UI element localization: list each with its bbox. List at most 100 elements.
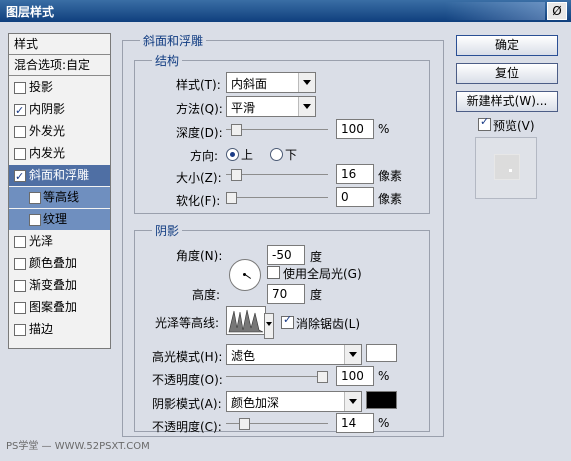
shadow-mode-label: 阴影模式(A): [152, 397, 222, 411]
direction-up-radio[interactable] [226, 148, 239, 161]
checkbox[interactable] [14, 148, 26, 160]
altitude-label: 高度: [192, 288, 221, 302]
shadow-opacity-slider[interactable] [226, 418, 328, 430]
shadow-mode-select[interactable]: 颜色加深 [226, 391, 362, 412]
soften-slider[interactable] [226, 192, 328, 204]
gloss-contour-label: 光泽等高线: [155, 316, 220, 330]
sidebar-item-color-overlay[interactable]: 颜色叠加 [9, 253, 110, 274]
checkbox[interactable] [14, 258, 26, 270]
sidebar-item-styles[interactable]: 样式 [9, 34, 110, 55]
depth-label: 深度(D): [176, 126, 223, 140]
checkbox[interactable] [14, 324, 26, 336]
title-bar: 图层样式 Ø [0, 0, 571, 22]
shadow-opacity-label: 不透明度(C): [152, 420, 222, 434]
size-unit: 像素 [378, 169, 403, 183]
style-preview-thumbnail [475, 137, 537, 199]
highlight-opacity-slider[interactable] [226, 371, 328, 383]
global-light-label: 使用全局光(G) [283, 267, 362, 281]
size-input[interactable]: 16 [336, 164, 374, 184]
anti-alias-checkbox[interactable] [281, 313, 294, 329]
direction-down-radio[interactable] [270, 148, 283, 161]
shadow-opacity-input[interactable]: 14 [336, 413, 374, 433]
sidebar-item-inner-glow[interactable]: 内发光 [9, 143, 110, 164]
altitude-unit: 度 [310, 288, 323, 302]
checkbox[interactable] [14, 82, 26, 94]
highlight-mode-label: 高光模式(H): [152, 350, 223, 364]
highlight-mode-select[interactable]: 滤色 [226, 344, 362, 365]
slider-thumb[interactable] [231, 169, 242, 181]
soften-label: 软化(F): [176, 194, 221, 208]
windows-logo [445, 2, 545, 20]
watermark: PS学堂 — WWW.52PSXT.COM [6, 441, 150, 452]
checkbox[interactable] [14, 100, 26, 121]
structure-title: 结构 [152, 52, 183, 69]
sidebar-item-drop-shadow[interactable]: 投影 [9, 77, 110, 98]
ok-button[interactable]: 确定 [456, 35, 558, 56]
checkbox[interactable] [29, 192, 41, 204]
sidebar-item-texture[interactable]: 纹理 [9, 209, 110, 230]
checkbox[interactable] [14, 166, 26, 187]
checkbox[interactable] [14, 302, 26, 314]
sidebar-item-contour[interactable]: 等高线 [9, 187, 110, 208]
checkbox[interactable] [14, 126, 26, 138]
angle-dial[interactable] [229, 259, 261, 291]
technique-label: 方法(Q): [176, 102, 223, 116]
style-label: 样式(T): [176, 78, 221, 92]
sidebar-item-inner-shadow[interactable]: 内阴影 [9, 99, 110, 121]
shading-title: 阴影 [152, 222, 183, 239]
anti-alias-label: 消除锯齿(L) [296, 317, 361, 331]
shadow-color-swatch[interactable] [366, 391, 397, 409]
new-style-button[interactable]: 新建样式(W)... [456, 91, 558, 112]
chevron-down-icon [266, 322, 272, 326]
bevel-emboss-title: 斜面和浮雕 [140, 32, 207, 49]
size-label: 大小(Z): [176, 171, 222, 185]
sidebar-item-bevel-emboss[interactable]: 斜面和浮雕 [9, 165, 110, 187]
preview-label: 预览(V) [493, 119, 535, 133]
global-light-checkbox[interactable] [267, 266, 280, 279]
reset-button[interactable]: 复位 [456, 63, 558, 84]
sidebar-item-satin[interactable]: 光泽 [9, 231, 110, 252]
altitude-input[interactable]: 70 [267, 284, 305, 304]
direction-label: 方向: [190, 149, 219, 163]
depth-unit: % [378, 122, 390, 136]
chevron-down-icon [344, 345, 361, 364]
checkbox[interactable] [14, 280, 26, 292]
slider-thumb[interactable] [226, 192, 237, 204]
sidebar-item-outer-glow[interactable]: 外发光 [9, 121, 110, 142]
shadow-opacity-unit: % [378, 416, 390, 430]
highlight-opacity-label: 不透明度(O): [152, 373, 223, 387]
direction-down-label: 下 [285, 148, 298, 162]
slider-thumb[interactable] [317, 371, 328, 383]
gloss-contour-picker[interactable] [226, 306, 266, 335]
size-slider[interactable] [226, 169, 328, 181]
highlight-color-swatch[interactable] [366, 344, 397, 362]
chevron-down-icon [298, 73, 315, 92]
direction-up-label: 上 [241, 148, 254, 162]
checkbox[interactable] [14, 236, 26, 248]
angle-input[interactable]: -50 [267, 245, 305, 265]
preview-checkbox[interactable] [478, 115, 491, 131]
checkbox[interactable] [29, 214, 41, 226]
soften-input[interactable]: 0 [336, 187, 374, 207]
angle-label: 角度(N): [176, 249, 223, 263]
slider-thumb[interactable] [231, 124, 242, 136]
sidebar-item-blending-options[interactable]: 混合选项:自定 [9, 55, 110, 76]
depth-input[interactable]: 100 [336, 119, 374, 139]
style-list: 样式 混合选项:自定 投影 内阴影 外发光 内发光 斜面和浮雕 等高线 纹理 光… [8, 33, 111, 349]
sidebar-item-pattern-overlay[interactable]: 图案叠加 [9, 297, 110, 318]
chevron-down-icon [344, 392, 361, 411]
chevron-down-icon [298, 97, 315, 116]
soften-unit: 像素 [378, 192, 403, 206]
technique-select[interactable]: 平滑 [226, 96, 316, 117]
highlight-opacity-input[interactable]: 100 [336, 366, 374, 386]
sidebar-item-stroke[interactable]: 描边 [9, 319, 110, 340]
angle-unit: 度 [310, 250, 323, 264]
highlight-opacity-unit: % [378, 369, 390, 383]
sidebar-item-gradient-overlay[interactable]: 渐变叠加 [9, 275, 110, 296]
close-button[interactable]: Ø [547, 2, 567, 20]
depth-slider[interactable] [226, 124, 328, 136]
slider-thumb[interactable] [239, 418, 250, 430]
contour-curve-icon [228, 308, 264, 333]
style-select[interactable]: 内斜面 [226, 72, 316, 93]
gloss-dropdown-button[interactable] [264, 313, 274, 339]
